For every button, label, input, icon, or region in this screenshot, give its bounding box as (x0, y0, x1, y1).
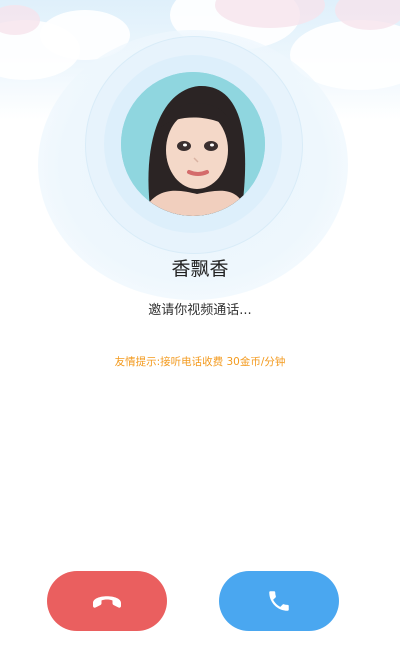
incoming-video-call-screen: 香飘香 邀请你视频通话... 友情提示:接听电话收费 30金币/分钟 (0, 0, 400, 662)
charge-tip: 友情提示:接听电话收费 30金币/分钟 (114, 356, 286, 368)
phone-icon (269, 591, 289, 611)
hang-up-icon (93, 596, 121, 608)
caller-name: 香飘香 (171, 258, 229, 280)
caller-avatar (121, 72, 265, 216)
decline-call-button[interactable] (47, 571, 167, 631)
call-status-text: 邀请你视频通话... (148, 303, 252, 318)
accept-call-button[interactable] (219, 571, 339, 631)
caller-avatar-image (121, 72, 265, 216)
